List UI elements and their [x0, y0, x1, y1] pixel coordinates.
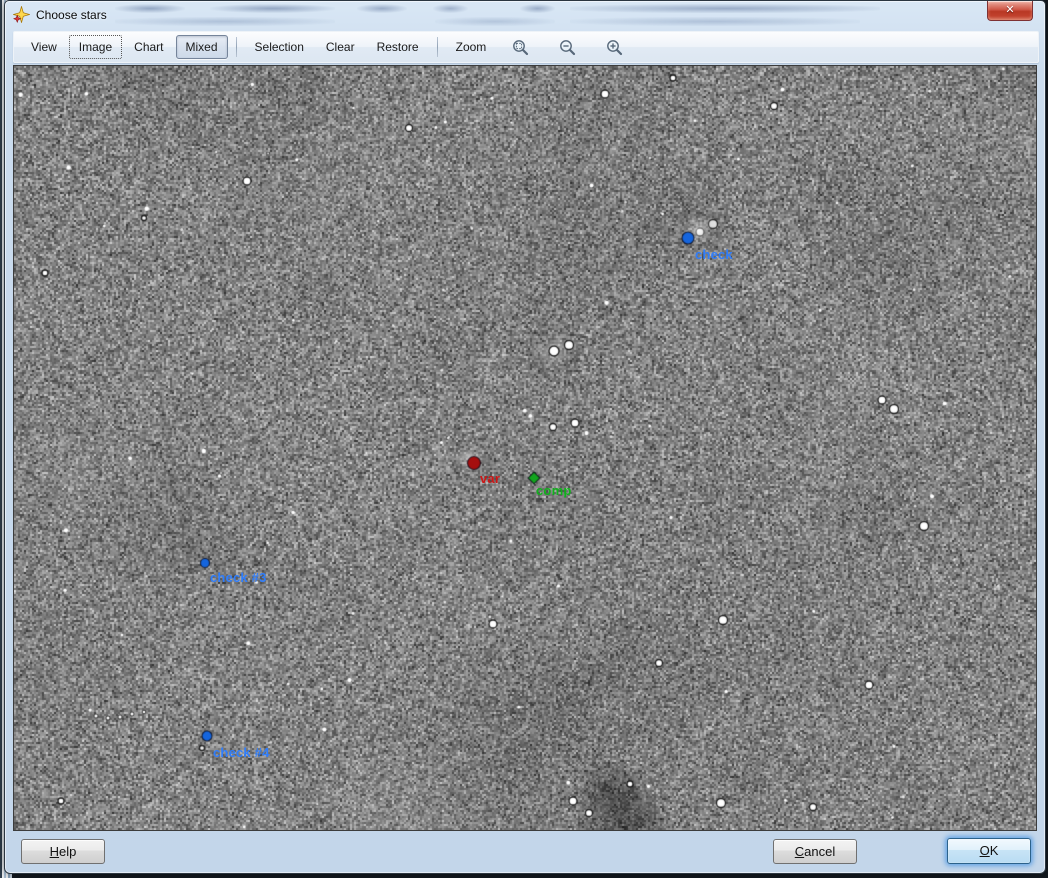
toolbar-button-chart[interactable]: Chart	[124, 35, 173, 59]
choose-stars-dialog: Choose stars ✕ View Image Chart Mixed Se…	[4, 0, 1046, 874]
star-label-comp: comp	[536, 483, 571, 498]
window-title: Choose stars	[36, 8, 107, 22]
toolbar-button-mixed[interactable]: Mixed	[176, 35, 228, 59]
zoom-selection-icon[interactable]	[512, 39, 529, 56]
star-label-var: var	[480, 471, 500, 486]
footer-bar: Help Cancel OK	[5, 833, 1045, 875]
toolbar-button-clear[interactable]: Clear	[316, 35, 365, 59]
toolbar-button-selection[interactable]: Selection	[245, 35, 314, 59]
star-label-check: check	[695, 247, 733, 262]
cancel-button[interactable]: Cancel	[773, 839, 857, 864]
star-field-view: check var comp check #3 check #4	[13, 65, 1037, 831]
toolbar-separator	[437, 37, 438, 57]
title-bar[interactable]: Choose stars ✕	[5, 1, 1045, 29]
zoom-in-icon[interactable]	[606, 39, 623, 56]
star-label-check-3: check #3	[210, 570, 267, 585]
help-button[interactable]: Help	[21, 839, 105, 864]
star-label-check-4: check #4	[213, 745, 270, 760]
sparkle-star-icon	[13, 6, 30, 23]
zoom-out-icon[interactable]	[559, 39, 576, 56]
toolbar-button-view[interactable]: View	[21, 35, 67, 59]
toolbar-button-zoom[interactable]: Zoom	[446, 35, 497, 59]
toolbar-button-restore[interactable]: Restore	[367, 35, 429, 59]
ok-button[interactable]: OK	[947, 838, 1031, 864]
toolbar: View Image Chart Mixed Selection Clear R…	[13, 31, 1039, 63]
close-button[interactable]: ✕	[987, 1, 1033, 21]
aero-glass-blur	[5, 1, 1045, 29]
star-field-canvas[interactable]	[14, 66, 1036, 830]
toolbar-separator	[236, 37, 237, 57]
toolbar-button-image[interactable]: Image	[69, 35, 122, 59]
